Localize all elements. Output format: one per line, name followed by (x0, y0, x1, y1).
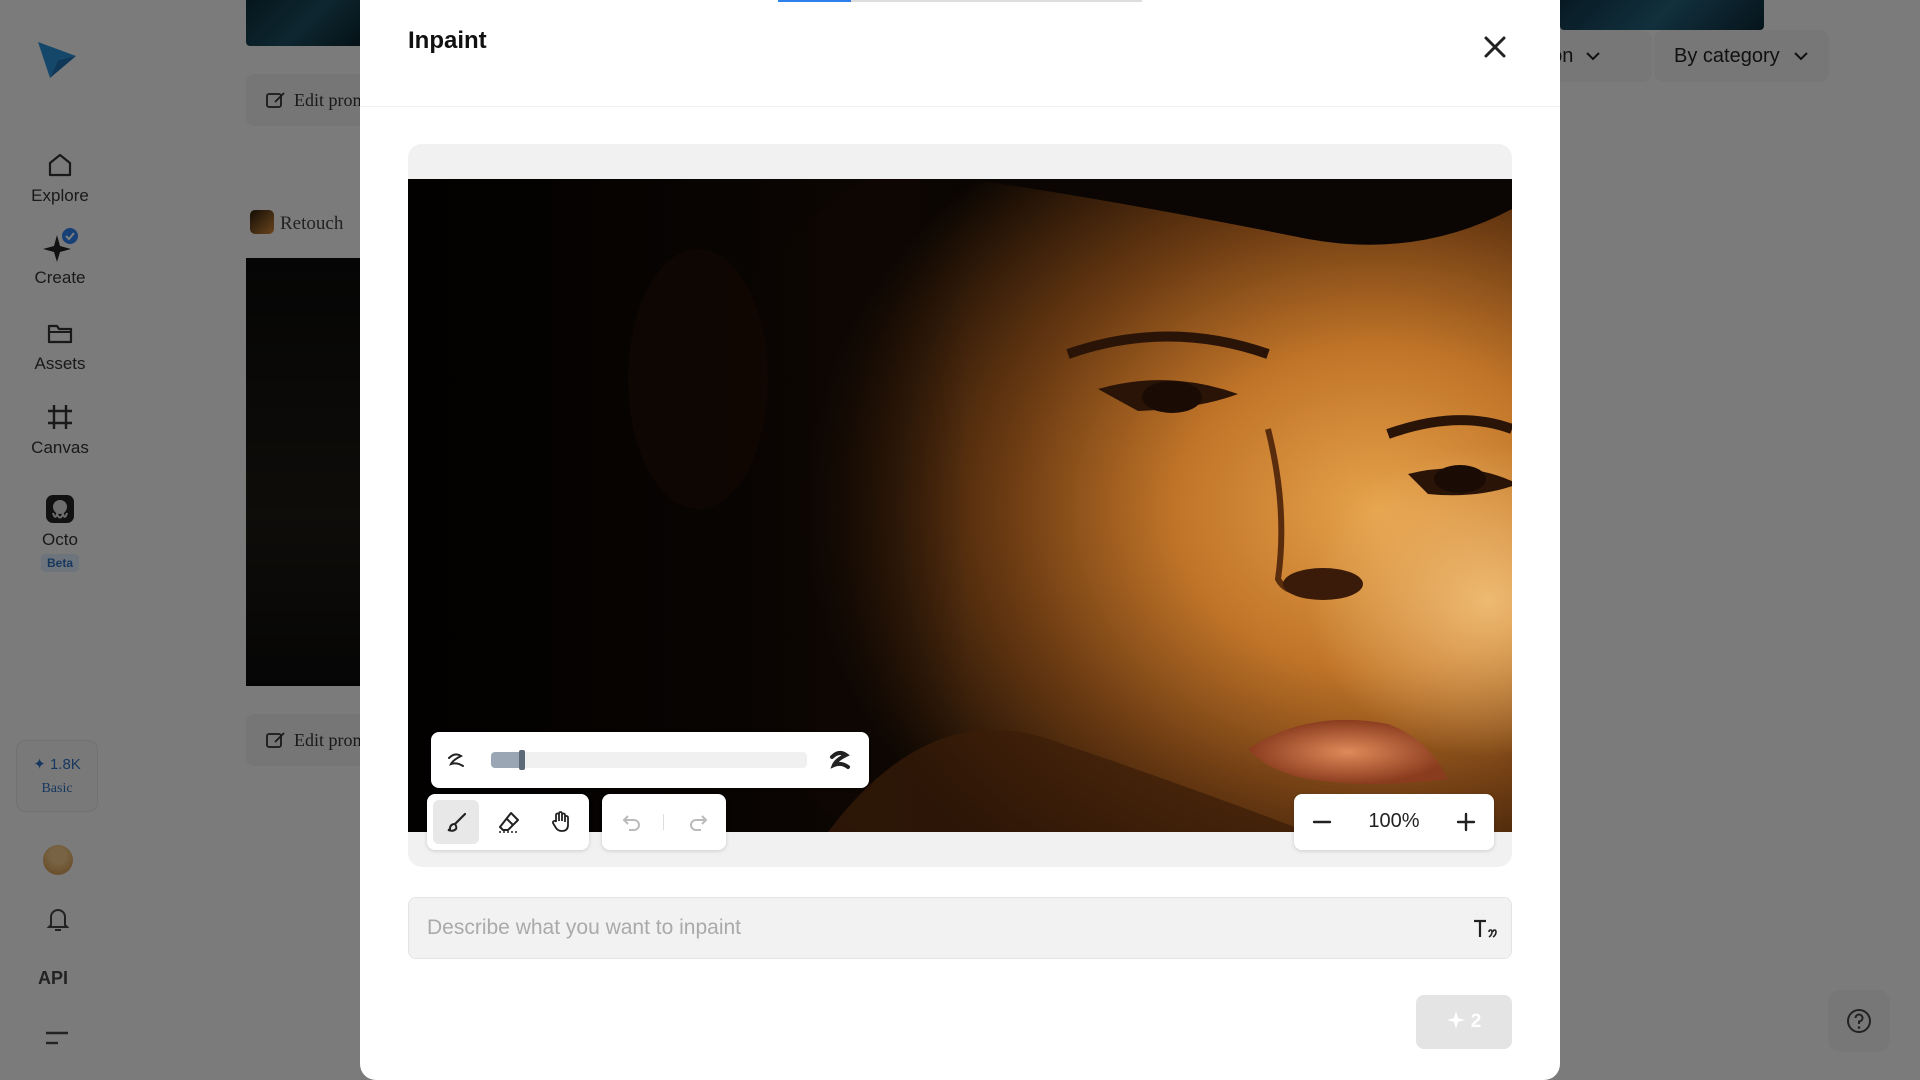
modal-title: Inpaint (408, 27, 487, 54)
eraser-icon (499, 812, 519, 833)
generate-button[interactable]: 2 (1416, 995, 1512, 1049)
progress-bar (778, 0, 1142, 2)
inpaint-modal: Inpaint 100% Describe what you want to i… (360, 0, 1560, 1080)
progress-fill (778, 0, 851, 2)
generate-cost: 2 (1470, 1011, 1482, 1032)
brush-size-slider[interactable] (491, 750, 807, 770)
text-style-icon[interactable] (1471, 916, 1497, 942)
brush-size-large-icon[interactable] (827, 747, 853, 773)
divider (663, 814, 664, 830)
zoom-in-icon[interactable] (1452, 808, 1480, 836)
eraser-tool-button[interactable] (485, 800, 531, 844)
pan-tool-button[interactable] (537, 800, 583, 844)
zoom-control: 100% (1294, 794, 1494, 850)
brush-tool-button[interactable] (433, 800, 479, 844)
brush-size-small-icon[interactable] (445, 748, 469, 772)
inpaint-prompt-input[interactable] (427, 898, 1427, 958)
brush-size-panel (431, 732, 869, 788)
zoom-level: 100% (1368, 810, 1420, 832)
undo-icon (622, 815, 640, 831)
brush-icon (447, 812, 467, 832)
undo-button[interactable] (608, 800, 654, 844)
zoom-out-icon[interactable] (1308, 808, 1336, 836)
tool-group (427, 794, 589, 850)
redo-icon (690, 815, 708, 831)
sparkle-icon (1446, 1011, 1465, 1029)
history-group (602, 794, 726, 850)
redo-button[interactable] (674, 800, 720, 844)
slider-fill (491, 752, 523, 768)
prompt-field (408, 897, 1512, 959)
header-divider (360, 106, 1560, 107)
inpaint-canvas[interactable]: 100% (408, 144, 1512, 867)
close-icon[interactable] (1478, 30, 1512, 64)
slider-handle[interactable] (518, 750, 525, 770)
hand-icon (552, 811, 569, 832)
